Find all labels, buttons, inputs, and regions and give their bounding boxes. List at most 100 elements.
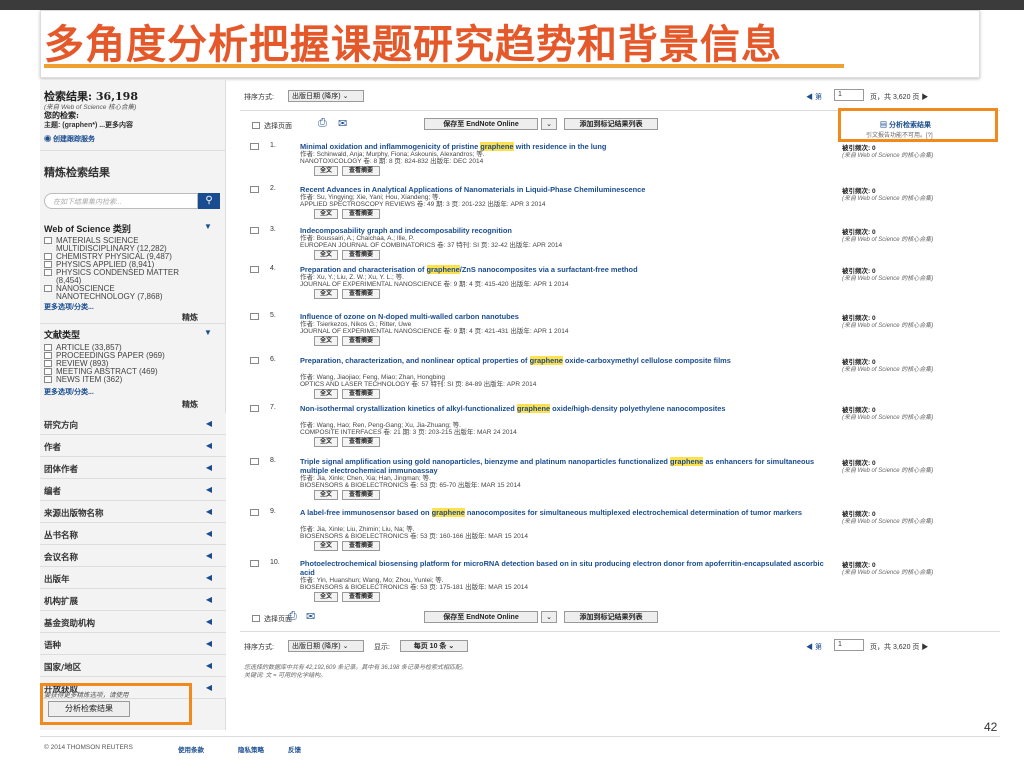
refine-search-input[interactable]: 在如下结果集内检索...: [44, 193, 198, 209]
record-checkbox[interactable]: [250, 560, 259, 567]
create-alert-link[interactable]: ◉ 创建跟踪服务: [44, 134, 95, 144]
copyright: © 2014 THOMSON REUTERS: [44, 744, 133, 751]
record-title[interactable]: Preparation, characterization, and nonli…: [300, 356, 840, 365]
record-checkbox[interactable]: [250, 405, 259, 412]
record-checkbox[interactable]: [250, 313, 259, 320]
refine-button[interactable]: 精炼: [182, 399, 198, 410]
record-number: 10.: [270, 559, 280, 566]
record-title[interactable]: Indecomposability graph and indecomposab…: [300, 226, 840, 235]
search-topic[interactable]: 主题: (graphen*) ...更多内容: [44, 120, 133, 130]
record-title[interactable]: Photoelectrochemical biosensing platform…: [300, 559, 840, 577]
page-prefix-bottom: ◀ 第: [806, 644, 822, 651]
facet-author[interactable]: 作者 ◀: [40, 435, 226, 457]
view-abstract-button[interactable]: 查看摘要: [342, 250, 380, 260]
email-icon[interactable]: ✉: [338, 117, 347, 130]
sort-select[interactable]: 出版日期 (降序) ⌄: [288, 90, 364, 102]
save-endnote-button-bottom[interactable]: 保存至 EndNote Online: [424, 611, 538, 623]
fulltext-button[interactable]: 全文: [314, 592, 338, 602]
facet-country[interactable]: 国家/地区 ◀: [40, 655, 226, 677]
facet-language[interactable]: 语种 ◀: [40, 633, 226, 655]
email-icon[interactable]: ✉: [306, 610, 315, 623]
record-title[interactable]: Preparation and characterisation of grap…: [300, 265, 840, 274]
facet-editor[interactable]: 编者 ◀: [40, 479, 226, 501]
fulltext-button[interactable]: 全文: [314, 437, 338, 447]
feedback-link[interactable]: 反馈: [288, 744, 301, 754]
analyze-results-button[interactable]: 分析检索结果: [48, 701, 130, 717]
record-checkbox[interactable]: [250, 266, 259, 273]
view-abstract-button[interactable]: 查看摘要: [342, 209, 380, 219]
fulltext-button[interactable]: 全文: [314, 289, 338, 299]
view-abstract-button[interactable]: 查看摘要: [342, 289, 380, 299]
sort-select-bottom[interactable]: 出版日期 (降序) ⌄: [288, 640, 364, 652]
add-to-marked-button[interactable]: 添加到标记结果列表: [564, 118, 658, 130]
analyze-results-link[interactable]: ▤ 分析检索结果: [880, 120, 931, 130]
record-checkbox[interactable]: [250, 458, 259, 465]
record-number: 1.: [270, 142, 276, 149]
fulltext-button[interactable]: 全文: [314, 209, 338, 219]
facet-organization[interactable]: 机构扩展 ◀: [40, 589, 226, 611]
terms-link[interactable]: 使用条款: [178, 744, 204, 754]
facet-group-author[interactable]: 团体作者 ◀: [40, 457, 226, 479]
more-options-link[interactable]: 更多选项/分类...: [44, 302, 94, 312]
view-abstract-button[interactable]: 查看摘要: [342, 336, 380, 346]
refine-button[interactable]: 精炼: [182, 312, 198, 323]
record-checkbox[interactable]: [250, 143, 259, 150]
chevron-down-icon[interactable]: ⌄: [541, 611, 557, 623]
fulltext-button[interactable]: 全文: [314, 166, 338, 176]
page-input[interactable]: 1: [834, 89, 864, 101]
cite-source: (来自 Web of Science 的核心合集): [842, 237, 934, 243]
record-title[interactable]: Triple signal amplification using gold n…: [300, 457, 840, 475]
privacy-link[interactable]: 隐私策略: [238, 744, 264, 754]
page-input-bottom[interactable]: 1: [834, 639, 864, 651]
record-checkbox[interactable]: [250, 227, 259, 234]
record-number: 2.: [270, 185, 276, 192]
record-title[interactable]: Minimal oxidation and inflammogenicity o…: [300, 142, 840, 151]
record-title[interactable]: Non-isothermal crystallization kinetics …: [300, 404, 840, 413]
facet-series[interactable]: 丛书名称 ◀: [40, 523, 226, 545]
record-checkbox[interactable]: [250, 186, 259, 193]
fulltext-button[interactable]: 全文: [314, 389, 338, 399]
add-to-marked-button-bottom[interactable]: 添加到标记结果列表: [564, 611, 658, 623]
per-page-select[interactable]: 每页 10 条 ⌄: [400, 640, 468, 652]
cite-source: (来自 Web of Science 的核心合集): [842, 153, 934, 159]
save-endnote-button[interactable]: 保存至 EndNote Online: [424, 118, 538, 130]
select-page[interactable]: 选择页面: [252, 121, 292, 131]
view-abstract-button[interactable]: 查看摘要: [342, 490, 380, 500]
view-abstract-button[interactable]: 查看摘要: [342, 592, 380, 602]
fulltext-button[interactable]: 全文: [314, 250, 338, 260]
view-abstract-button[interactable]: 查看摘要: [342, 389, 380, 399]
facet-source[interactable]: 来源出版物名称 ◀: [40, 501, 226, 523]
print-icon[interactable]: ⎙: [318, 117, 327, 130]
record-title[interactable]: Recent Advances in Analytical Applicatio…: [300, 185, 840, 194]
fulltext-button[interactable]: 全文: [314, 541, 338, 551]
keyword-note: 关键词: 文 = 可用的化学结构。: [244, 673, 327, 679]
chevron-down-icon[interactable]: ⌄: [541, 118, 557, 130]
record-checkbox[interactable]: [250, 509, 259, 516]
facet-year[interactable]: 出版年 ◀: [40, 567, 226, 589]
fulltext-button[interactable]: 全文: [314, 490, 338, 500]
print-icon[interactable]: ⎙: [288, 610, 297, 623]
chevron-down-icon: ⌄: [342, 643, 349, 650]
cite-source: (来自 Web of Science 的核心合集): [842, 196, 934, 202]
record-checkbox[interactable]: [250, 357, 259, 364]
facet-research-area[interactable]: 研究方向 ◀: [40, 413, 226, 435]
doc-type-heading: 文献类型: [44, 331, 81, 341]
select-page-bottom[interactable]: 选择页面: [252, 614, 292, 624]
collapse-icon[interactable]: ▼: [204, 222, 212, 231]
record-title[interactable]: Influence of ozone on N-doped multi-wall…: [300, 312, 840, 321]
search-icon[interactable]: ⚲: [198, 193, 220, 209]
view-abstract-button[interactable]: 查看摘要: [342, 541, 380, 551]
facet-conference[interactable]: 会议名称 ◀: [40, 545, 226, 567]
record-title[interactable]: A label-free immunosensor based on graph…: [300, 508, 840, 517]
record-number: 7.: [270, 404, 276, 411]
view-abstract-button[interactable]: 查看摘要: [342, 437, 380, 447]
more-options-link[interactable]: 更多选项/分类...: [44, 387, 94, 397]
facet-funding[interactable]: 基金资助机构 ◀: [40, 611, 226, 633]
chevron-down-icon: ⌄: [448, 643, 455, 650]
fulltext-button[interactable]: 全文: [314, 336, 338, 346]
doctype-item[interactable]: NEWS ITEM (362): [44, 375, 122, 384]
view-abstract-button[interactable]: 查看摘要: [342, 166, 380, 176]
collapse-icon[interactable]: ▼: [204, 328, 212, 337]
record-source: JOURNAL OF EXPERIMENTAL NANOSCIENCE 卷: 9…: [300, 281, 569, 288]
chevron-down-icon: ⌄: [342, 93, 349, 100]
